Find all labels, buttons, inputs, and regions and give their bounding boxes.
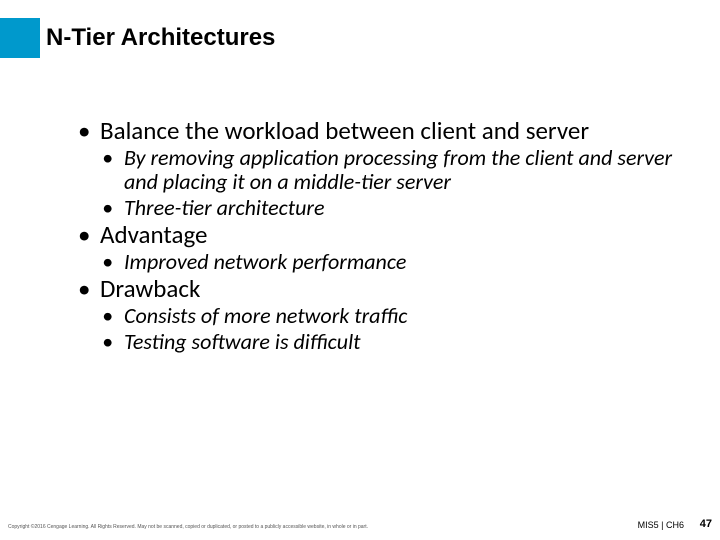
bullet-level2: Consists of more network traffic xyxy=(102,304,680,328)
bullet-level1: Advantage xyxy=(78,222,680,248)
slide-title: N-Tier Architectures xyxy=(46,24,275,52)
page-number: 47 xyxy=(700,518,712,530)
bullet-level2: Improved network performance xyxy=(102,250,680,274)
bullet-level2: By removing application processing from … xyxy=(102,146,680,194)
bullet-level2: Three-tier architecture xyxy=(102,196,680,220)
bullet-level1: Balance the workload between client and … xyxy=(78,118,680,144)
bullet-level2: Testing software is difficult xyxy=(102,330,680,354)
book-label: MIS5 | CH6 xyxy=(638,520,684,530)
slide-content: Balance the workload between client and … xyxy=(78,118,680,355)
copyright-text: Copyright ©2016 Cengage Learning. All Ri… xyxy=(8,524,368,530)
accent-square xyxy=(0,18,40,58)
footer: Copyright ©2016 Cengage Learning. All Ri… xyxy=(0,514,720,530)
bullet-level1: Drawback xyxy=(78,276,680,302)
slide: N-Tier Architectures Balance the workloa… xyxy=(0,0,720,540)
